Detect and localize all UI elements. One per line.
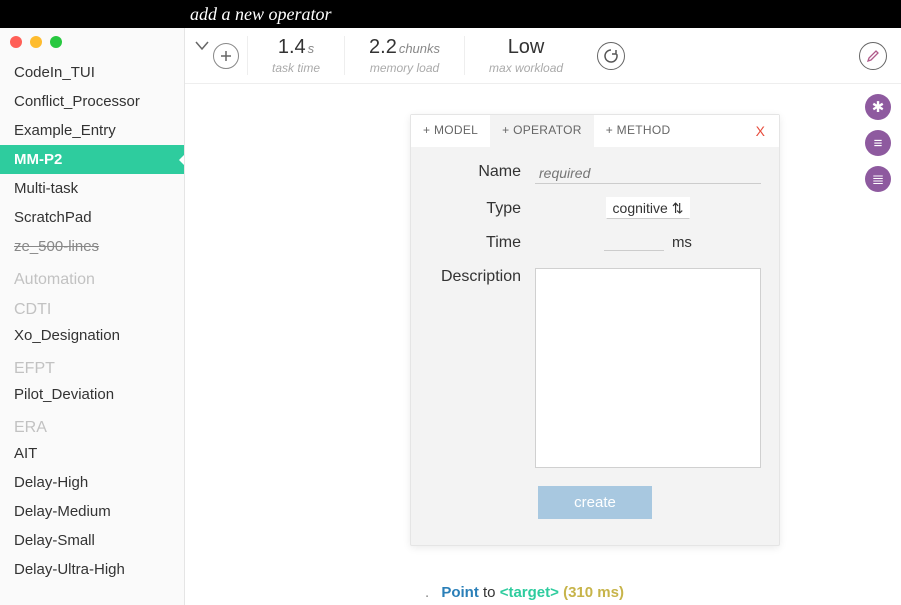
metric-value: Low bbox=[508, 36, 545, 58]
metric-label: memory load bbox=[369, 61, 440, 75]
chevron-updown-icon: ⇅ bbox=[672, 200, 684, 216]
sidebar-item-active[interactable]: MM-P2 bbox=[0, 145, 184, 174]
close-window-button[interactable] bbox=[10, 36, 22, 48]
metric-value: 1.4 bbox=[278, 36, 306, 58]
lines-alt-icon[interactable]: ≣ bbox=[865, 166, 891, 192]
tab-method[interactable]: + METHOD bbox=[594, 115, 683, 147]
sidebar-group-heading: ERA bbox=[0, 409, 184, 439]
close-icon[interactable]: X bbox=[742, 115, 779, 147]
sidebar-item[interactable]: Delay-Medium bbox=[0, 497, 184, 526]
chevron-down-icon[interactable] bbox=[195, 41, 209, 51]
description-textarea[interactable] bbox=[535, 268, 761, 468]
right-rail: ✱ ≡ ≣ bbox=[865, 94, 891, 192]
metric-value: 2.2 bbox=[369, 36, 397, 58]
dialog-tabs: + MODEL + OPERATOR + METHOD X bbox=[411, 115, 779, 147]
sidebar-item[interactable]: Delay-Ultra-High bbox=[0, 555, 184, 584]
tab-operator[interactable]: + OPERATOR bbox=[490, 115, 594, 147]
sidebar-item[interactable]: Delay-High bbox=[0, 468, 184, 497]
titlebar-annotation: add a new operator bbox=[190, 0, 332, 28]
sidebar-item[interactable]: Pilot_Deviation bbox=[0, 380, 184, 409]
code-line: . Point to <target> (310 ms) bbox=[425, 584, 624, 601]
metric-max-workload: Low max workload bbox=[464, 36, 587, 75]
sidebar-item[interactable]: Example_Entry bbox=[0, 116, 184, 145]
description-label: Description bbox=[429, 268, 535, 286]
metric-unit: chunks bbox=[399, 41, 440, 56]
metric-task-time: 1.4s task time bbox=[247, 36, 344, 75]
metric-label: max workload bbox=[489, 61, 563, 75]
lines-icon[interactable]: ≡ bbox=[865, 130, 891, 156]
refresh-button[interactable] bbox=[597, 42, 625, 70]
sidebar-item[interactable]: ScratchPad bbox=[0, 203, 184, 232]
sidebar-item-disabled[interactable]: ze_500-lines bbox=[0, 232, 184, 261]
titlebar: add a new operator bbox=[0, 0, 901, 28]
sidebar-item[interactable]: Xo_Designation bbox=[0, 321, 184, 350]
sidebar-item[interactable]: Delay-Small bbox=[0, 526, 184, 555]
asterisk-icon[interactable]: ✱ bbox=[865, 94, 891, 120]
type-select[interactable]: cognitive ⇅ bbox=[606, 197, 691, 219]
sidebar-group-heading: CDTI bbox=[0, 291, 184, 321]
tab-model[interactable]: + MODEL bbox=[411, 115, 490, 147]
name-input[interactable] bbox=[535, 163, 761, 184]
time-input[interactable] bbox=[604, 235, 664, 251]
type-label: Type bbox=[429, 200, 535, 218]
create-button[interactable]: create bbox=[538, 486, 652, 519]
topbar: 1.4s task time 2.2chunks memory load Low… bbox=[185, 28, 901, 84]
sidebar: CodeIn_TUI Conflict_Processor Example_En… bbox=[0, 28, 185, 605]
traffic-lights bbox=[10, 36, 62, 48]
edit-button[interactable] bbox=[859, 42, 887, 70]
time-unit: ms bbox=[672, 234, 692, 251]
sidebar-item[interactable]: AIT bbox=[0, 439, 184, 468]
to-word: to bbox=[483, 584, 496, 601]
main-area: 1.4s task time 2.2chunks memory load Low… bbox=[185, 28, 901, 605]
line-marker: . bbox=[425, 584, 429, 601]
sidebar-item[interactable]: CodeIn_TUI bbox=[0, 58, 184, 87]
new-operator-dialog: + MODEL + OPERATOR + METHOD X Name Type … bbox=[410, 114, 780, 546]
duration-token: (310 ms) bbox=[563, 584, 624, 601]
action-word: Point bbox=[441, 584, 479, 601]
zoom-window-button[interactable] bbox=[50, 36, 62, 48]
time-label: Time bbox=[429, 234, 535, 252]
sidebar-group-heading: EFPT bbox=[0, 350, 184, 380]
metric-label: task time bbox=[272, 61, 320, 75]
sidebar-group-heading: Automation bbox=[0, 261, 184, 291]
sidebar-item[interactable]: Conflict_Processor bbox=[0, 87, 184, 116]
minimize-window-button[interactable] bbox=[30, 36, 42, 48]
metric-unit: s bbox=[308, 41, 315, 56]
add-button[interactable] bbox=[213, 43, 239, 69]
metric-memory-load: 2.2chunks memory load bbox=[344, 36, 464, 75]
target-token: <target> bbox=[500, 584, 559, 601]
sidebar-item[interactable]: Multi-task bbox=[0, 174, 184, 203]
name-label: Name bbox=[429, 163, 535, 181]
